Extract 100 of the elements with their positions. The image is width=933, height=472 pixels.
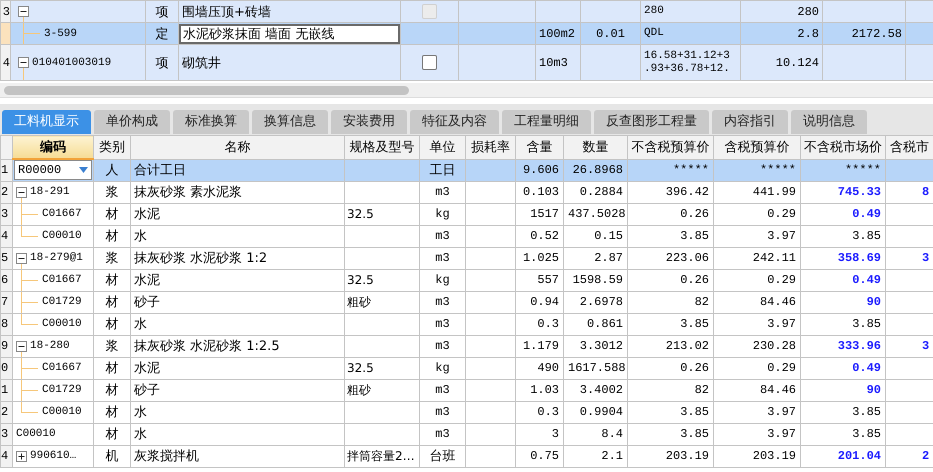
column-header[interactable]: 单位 <box>420 136 466 159</box>
material-name: 水 <box>134 405 147 420</box>
price-value: 203.19 <box>666 449 709 463</box>
material-name: 水泥 <box>134 361 160 376</box>
column-header[interactable]: 含税市 <box>886 136 933 159</box>
tab[interactable]: 标准换算 <box>173 110 249 134</box>
quantity-value: 1598.59 <box>572 273 623 287</box>
row-number: 1 <box>2 163 8 177</box>
row-number: 4 <box>2 56 10 70</box>
column-header[interactable]: 名称 <box>130 136 344 159</box>
unit-text: m3 <box>435 185 450 199</box>
price-value: 3.85 <box>680 229 709 243</box>
spec-text: 粗砂 <box>347 294 371 308</box>
tab[interactable]: 工程量明细 <box>502 110 591 134</box>
amount-text: 2172.58 <box>852 26 902 40</box>
collapse-icon[interactable] <box>16 252 27 264</box>
price-value: 0.26 <box>680 361 709 375</box>
content-value: 0.103 <box>522 185 559 199</box>
tab[interactable]: 特征及内容 <box>410 110 499 134</box>
column-header[interactable]: 含量 <box>516 136 564 159</box>
market-price-value: 3.85 <box>852 317 881 331</box>
category-text: 材 <box>106 229 118 244</box>
row-number: 7 <box>2 295 8 309</box>
material-name: 水 <box>134 427 147 442</box>
collapse-icon[interactable] <box>16 340 27 352</box>
checkbox[interactable] <box>422 54 437 70</box>
market-price-value: 3 <box>922 339 930 353</box>
material-name: 水泥 <box>134 273 160 288</box>
item-code: C00010 <box>16 428 56 440</box>
horizontal-scrollbar[interactable] <box>0 83 933 98</box>
category-text: 机 <box>106 449 118 464</box>
row-number: 2 <box>2 405 8 419</box>
tree-line <box>21 264 22 268</box>
column-header[interactable]: 损耗率 <box>466 136 516 159</box>
tab[interactable]: 换算信息 <box>252 110 328 134</box>
item-code: C00010 <box>42 318 82 330</box>
expression-text: 280 <box>644 5 665 18</box>
expand-icon[interactable] <box>16 450 27 462</box>
collapse-icon[interactable] <box>18 6 29 17</box>
material-name: 抹灰砂浆 水泥砂浆 1:2.5 <box>134 339 280 354</box>
tab[interactable]: 单价构成 <box>94 110 170 134</box>
category-text: 浆 <box>106 185 118 200</box>
scrollbar-thumb[interactable] <box>4 86 409 94</box>
quantity-value: 0.861 <box>586 317 623 331</box>
price-value: 3.97 <box>767 229 796 243</box>
tab[interactable]: 内容指引 <box>712 110 788 134</box>
market-price-value: 0.49 <box>852 207 881 221</box>
material-name: 抹灰砂浆 素水泥浆 <box>134 185 242 200</box>
content-value: 0.75 <box>530 449 559 463</box>
item-code: 3-599 <box>44 28 78 40</box>
material-name: 水 <box>134 229 147 244</box>
price-value: 203.19 <box>752 449 796 463</box>
row-number: 6 <box>2 273 8 287</box>
price-value: 0.29 <box>767 361 796 375</box>
unit-text: m3 <box>435 229 450 243</box>
unit-text: 10m3 <box>539 56 568 70</box>
column-header[interactable]: 类别 <box>94 136 130 159</box>
category-text: 材 <box>106 405 118 420</box>
row-number: 0 <box>2 361 8 375</box>
unit-text: m3 <box>435 295 450 309</box>
unit-text: kg <box>435 207 450 221</box>
collapse-icon[interactable] <box>18 57 29 68</box>
quantity-value: 2.1 <box>601 449 623 463</box>
spec-text: 32.5 <box>347 361 374 375</box>
tab[interactable]: 反查图形工程量 <box>594 110 709 134</box>
unit-text: kg <box>435 361 450 375</box>
content-value: 0.3 <box>537 405 559 419</box>
market-price-value: 201.04 <box>838 449 881 463</box>
column-header[interactable]: 不含税市场价 <box>800 136 886 159</box>
column-header[interactable]: 数量 <box>564 136 628 159</box>
price-value: ***** <box>672 163 709 177</box>
content-value: 0.52 <box>530 229 559 243</box>
code-dropdown[interactable]: R00000 <box>14 160 92 180</box>
name-input-field[interactable]: 水泥砂浆抹面 墙面 无嵌线 <box>180 24 400 44</box>
tab[interactable]: 安装费用 <box>331 110 407 134</box>
item-type: 项 <box>156 56 168 70</box>
item-type: 定 <box>156 26 168 42</box>
market-price-value: 0.49 <box>852 273 881 287</box>
row-number: 8 <box>2 317 8 331</box>
market-price-value: 90 <box>866 383 881 397</box>
unit-text: 100m2 <box>539 26 576 40</box>
column-header[interactable]: 不含税预算价 <box>628 136 714 159</box>
column-header[interactable]: 编码 <box>12 136 94 159</box>
category-text: 材 <box>106 207 118 222</box>
item-code: C00010 <box>42 230 82 242</box>
price-value: 82 <box>694 383 709 397</box>
market-price-value: 90 <box>866 295 881 309</box>
content-value: 490 <box>537 361 559 375</box>
market-price-value: 3.85 <box>852 405 881 419</box>
column-header[interactable]: 规格及型号 <box>344 136 420 159</box>
spec-text: 粗砂 <box>347 382 371 396</box>
price-value: 0.26 <box>680 273 709 287</box>
market-price-value: 3 <box>922 251 930 265</box>
tab[interactable]: 说明信息 <box>791 110 867 134</box>
content-value: 0.94 <box>530 295 559 309</box>
material-name: 水 <box>134 317 147 332</box>
tree-line <box>23 17 24 22</box>
column-header[interactable]: 含税预算价 <box>714 136 800 159</box>
quantity-text: 10.124 <box>776 56 819 70</box>
collapse-icon[interactable] <box>16 186 27 198</box>
